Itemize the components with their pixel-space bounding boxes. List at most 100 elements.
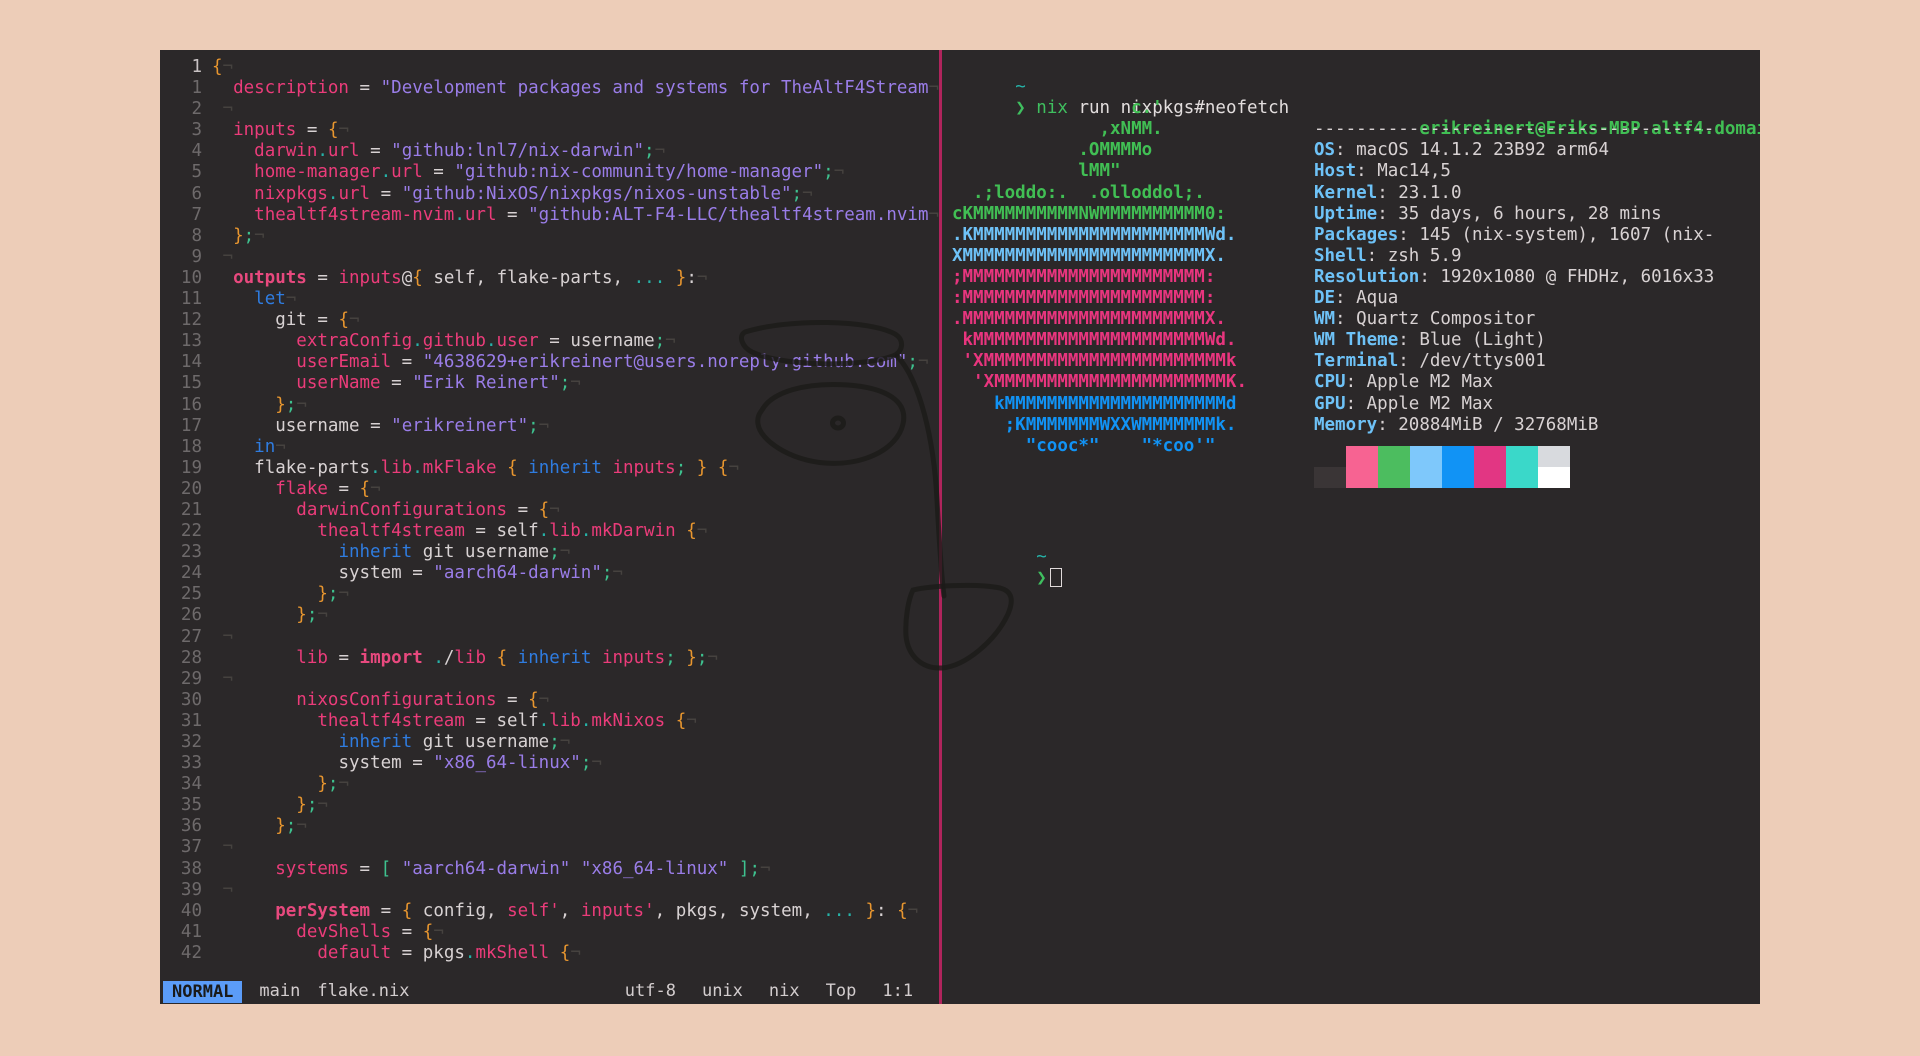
- code-line: 12 git = {¬: [160, 310, 939, 331]
- neofetch-entry: Terminal: /dev/ttys001: [1314, 351, 1760, 372]
- line-number: 7: [191, 204, 202, 225]
- color-swatch: [1377, 445, 1410, 467]
- neofetch-entry: Memory: 20884MiB / 32768MiB: [1314, 415, 1760, 436]
- code-line: 28 lib = import ./lib { inherit inputs; …: [160, 648, 939, 669]
- neofetch-entry: WM: Quartz Compositor: [1314, 309, 1760, 330]
- color-swatch: [1345, 445, 1378, 467]
- code-buffer[interactable]: 1 {¬ 1 description = "Development packages…: [160, 50, 939, 979]
- neofetch-entry-value: : Aqua: [1335, 288, 1399, 309]
- line-number: 15: [180, 373, 202, 394]
- neofetch-entry: Uptime: 35 days, 6 hours, 28 mins: [1314, 204, 1760, 225]
- neofetch-entry: Shell: zsh 5.9: [1314, 246, 1760, 267]
- line-number: 29: [180, 668, 202, 689]
- code-line: 26 };¬: [160, 605, 939, 626]
- code-line: 21 darwinConfigurations = {¬: [160, 500, 939, 521]
- line-number: 9: [191, 246, 202, 267]
- shell-pane[interactable]: ~ ❯ nix run nixpkgs#neofetch c.' ,xNMM. …: [942, 50, 1760, 1004]
- neofetch-entry-key: Resolution: [1313, 266, 1420, 287]
- line-number: 33: [180, 753, 202, 774]
- line-number: 10: [180, 267, 202, 288]
- line-number: 24: [180, 563, 202, 584]
- line-number: 6: [191, 183, 202, 204]
- code-line: 27 ¬: [160, 627, 939, 648]
- neofetch-entry-key: Uptime: [1313, 203, 1378, 224]
- code-line: 1 description = "Development packages an…: [160, 78, 939, 99]
- code-line: 29 ¬: [160, 669, 939, 690]
- line-number: 12: [180, 310, 202, 331]
- neofetch-entry-key: Shell: [1313, 245, 1367, 266]
- text-cursor[interactable]: [1049, 567, 1062, 587]
- color-swatch: [1537, 445, 1570, 467]
- line-number: 17: [180, 415, 202, 436]
- neofetch-entry-value: : Blue (Light): [1398, 330, 1546, 351]
- neofetch-output: c.' ,xNMM. .OMMMMo lMM" .;loddo:. .ollod…: [952, 98, 1760, 488]
- code-line: 3 inputs = {¬: [160, 120, 939, 141]
- code-line: 5 home-manager.url = "github:nix-communi…: [160, 162, 939, 183]
- neofetch-apple-logo-ascii: c.' ,xNMM. .OMMMMo lMM" .;loddo:. .ollod…: [952, 98, 1312, 488]
- code-line: 2 ¬: [160, 99, 939, 120]
- terminal-window: 1 {¬ 1 description = "Development packages…: [160, 50, 1760, 1004]
- neofetch-entry: OS: macOS 14.1.2 23B92 arm64: [1314, 140, 1760, 161]
- line-number: 1: [191, 78, 202, 99]
- ascii-art-line: ,xNMM.: [951, 119, 1163, 140]
- code-line: 6 nixpkgs.url = "github:NixOS/nixpkgs/ni…: [160, 184, 939, 205]
- code-line: 15 userName = "Erik Reinert";¬: [160, 373, 939, 394]
- line-number: 35: [180, 795, 202, 816]
- neofetch-entry-key: Kernel: [1313, 182, 1378, 203]
- line-number: 1: [191, 57, 202, 77]
- color-swatch: [1473, 445, 1506, 467]
- code-line: 33 system = "x86_64-linux";¬: [160, 753, 939, 774]
- line-number: 40: [180, 900, 202, 921]
- active-prompt-line[interactable]: ❯: [952, 547, 1760, 588]
- line-number: 25: [180, 584, 202, 605]
- color-swatch: [1505, 445, 1538, 467]
- code-line: 1 {¬: [160, 57, 939, 78]
- color-swatch: [1409, 466, 1442, 488]
- neofetch-entry-key: Host: [1313, 161, 1357, 182]
- line-number: 22: [180, 521, 202, 542]
- neofetch-entry-key: WM Theme: [1313, 330, 1399, 351]
- line-number: 4: [191, 141, 202, 162]
- neofetch-rule: --------------------------------------: [1313, 119, 1715, 140]
- neovim-pane[interactable]: 1 {¬ 1 description = "Development packages…: [160, 50, 940, 1004]
- color-swatch: [1345, 466, 1378, 488]
- prompt-arrow-icon-2: ❯: [1036, 567, 1047, 588]
- color-swatch: [1313, 466, 1346, 488]
- prompt-cwd: ~: [1015, 77, 1026, 98]
- status-filename: flake.nix: [317, 981, 410, 1001]
- neofetch-entry-value: : Apple M2 Max: [1345, 372, 1494, 393]
- code-line: 10 outputs = inputs@{ self, flake-parts,…: [160, 268, 939, 289]
- code-line: 25 };¬: [160, 584, 939, 605]
- neofetch-entry: DE: Aqua: [1314, 288, 1760, 309]
- neofetch-entry-value: : /dev/ttys001: [1398, 351, 1546, 372]
- neofetch-entry-key: OS: [1313, 140, 1336, 161]
- line-number: 13: [180, 331, 202, 352]
- code-line: 17 username = "erikreinert";¬: [160, 416, 939, 437]
- code-line: 14 userEmail = "4638629+erikreinert@user…: [160, 352, 939, 373]
- code-line: 42 default = pkgs.mkShell {¬: [160, 943, 939, 964]
- line-number: 26: [180, 605, 202, 626]
- line-number: 18: [180, 436, 202, 457]
- line-number: 14: [180, 352, 202, 373]
- ascii-art-line: ;MMMMMMMMMMMMMMMMMMMMMMM:: [951, 266, 1216, 287]
- code-line: 18 in¬: [160, 437, 939, 458]
- code-line: 20 flake = {¬: [160, 479, 939, 500]
- neofetch-entry-key: Terminal: [1313, 351, 1399, 372]
- line-number: 38: [180, 858, 202, 879]
- ascii-art-line: "cooc*" "*coo'": [951, 435, 1216, 456]
- neofetch-entry-value: : 23.1.0: [1377, 182, 1462, 203]
- line-number: 20: [180, 478, 202, 499]
- code-line: 30 nixosConfigurations = {¬: [160, 690, 939, 711]
- neofetch-entry-value: : Quartz Compositor: [1335, 309, 1536, 330]
- color-swatch: [1409, 445, 1442, 467]
- neofetch-entry: CPU: Apple M2 Max: [1314, 372, 1760, 393]
- code-line: 9 ¬: [160, 247, 939, 268]
- code-line: 36 };¬: [160, 816, 939, 837]
- prompt-line-tilde-2: ~: [952, 526, 1760, 567]
- neofetch-entry-value: : Apple M2 Max: [1345, 393, 1494, 414]
- command-line: ❯ nix run nixpkgs#neofetch: [952, 77, 1760, 118]
- color-swatch: [1441, 445, 1474, 467]
- ascii-art-line: .KMMMMMMMMMMMMMMMMMMMMMMWd.: [951, 224, 1237, 245]
- code-line: 39 ¬: [160, 880, 939, 901]
- neofetch-entry-value: : zsh 5.9: [1366, 245, 1462, 266]
